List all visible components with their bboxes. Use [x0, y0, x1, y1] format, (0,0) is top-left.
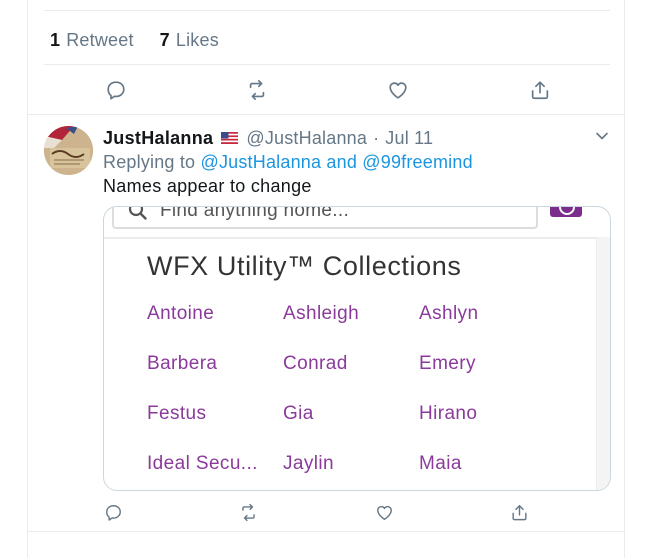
tweet-date[interactable]: Jul 11	[385, 128, 433, 149]
retweet-icon	[241, 503, 255, 521]
replying-to: Replying to @JustHalanna and @99freemind	[103, 150, 473, 174]
us-flag-icon	[221, 132, 239, 144]
collection-name: Ashlyn	[419, 303, 479, 324]
collection-name: Maia	[419, 453, 462, 474]
reply-mention-2[interactable]: @99freemind	[362, 152, 473, 172]
share-icon	[511, 504, 527, 520]
share-button[interactable]	[507, 500, 531, 524]
tweet-column: 1 Retweet 7 Likes JustHalanna @JustHalan…	[27, 0, 625, 558]
share-button[interactable]	[528, 78, 552, 102]
like-icon	[389, 82, 407, 99]
collection-name: Barbera	[147, 353, 218, 374]
like-icon	[376, 505, 392, 520]
reply-icon	[105, 504, 121, 521]
likes-label[interactable]: Likes	[176, 30, 219, 51]
tweet-header: JustHalanna @JustHalanna · Jul 11	[103, 126, 433, 150]
divider	[104, 237, 610, 239]
embedded-scrollbar	[596, 237, 610, 490]
collection-name: Ashleigh	[283, 303, 360, 324]
collection-title: WFX Utility™ Collections	[147, 251, 462, 281]
reply-button[interactable]	[101, 500, 125, 524]
reply-icon	[107, 81, 125, 100]
collection-name: Ideal Secu...	[147, 453, 258, 474]
tweet-separator	[28, 114, 624, 115]
tweet-stats: 1 Retweet 7 Likes	[50, 28, 245, 52]
like-button[interactable]	[372, 500, 396, 524]
display-name[interactable]: JustHalanna	[103, 128, 213, 149]
collection-name: Conrad	[283, 353, 348, 374]
share-icon	[531, 81, 549, 100]
search-icon	[128, 207, 147, 220]
embedded-search-box: Find anything home...	[112, 206, 538, 229]
reply-mention-1[interactable]: @JustHalanna	[200, 152, 321, 172]
likes-count[interactable]: 7	[160, 30, 170, 51]
separator-dot: ·	[373, 127, 380, 148]
tweet-media-image[interactable]: Find anything home... WFX Utility™ Colle…	[103, 206, 611, 491]
retweet-button[interactable]	[245, 78, 269, 102]
divider	[44, 64, 610, 65]
user-handle[interactable]: @JustHalanna	[246, 128, 367, 149]
collection-name: Jaylin	[283, 453, 334, 474]
chevron-down-icon[interactable]	[594, 128, 610, 144]
embedded-search-button	[550, 207, 582, 217]
tweet-separator	[28, 531, 624, 532]
like-button[interactable]	[386, 78, 410, 102]
collection-name: Hirano	[419, 403, 478, 424]
collection-name: Antoine	[147, 303, 215, 324]
tweet-text: Names appear to change	[103, 176, 312, 196]
collection-name: Gia	[283, 403, 314, 424]
avatar-image	[44, 126, 93, 175]
retweet-label[interactable]: Retweet	[66, 30, 133, 51]
embedded-search-placeholder: Find anything home...	[160, 206, 350, 221]
replying-prefix: Replying to	[103, 152, 196, 172]
retweet-icon	[249, 80, 265, 100]
avatar[interactable]	[44, 126, 93, 175]
retweet-count[interactable]: 1	[50, 30, 60, 51]
retweet-button[interactable]	[236, 500, 260, 524]
reply-button[interactable]	[104, 78, 128, 102]
collection-name: Emery	[419, 353, 476, 374]
divider	[44, 10, 610, 11]
reply-conjunction[interactable]: and	[326, 152, 357, 172]
collection-name: Festus	[147, 403, 207, 424]
